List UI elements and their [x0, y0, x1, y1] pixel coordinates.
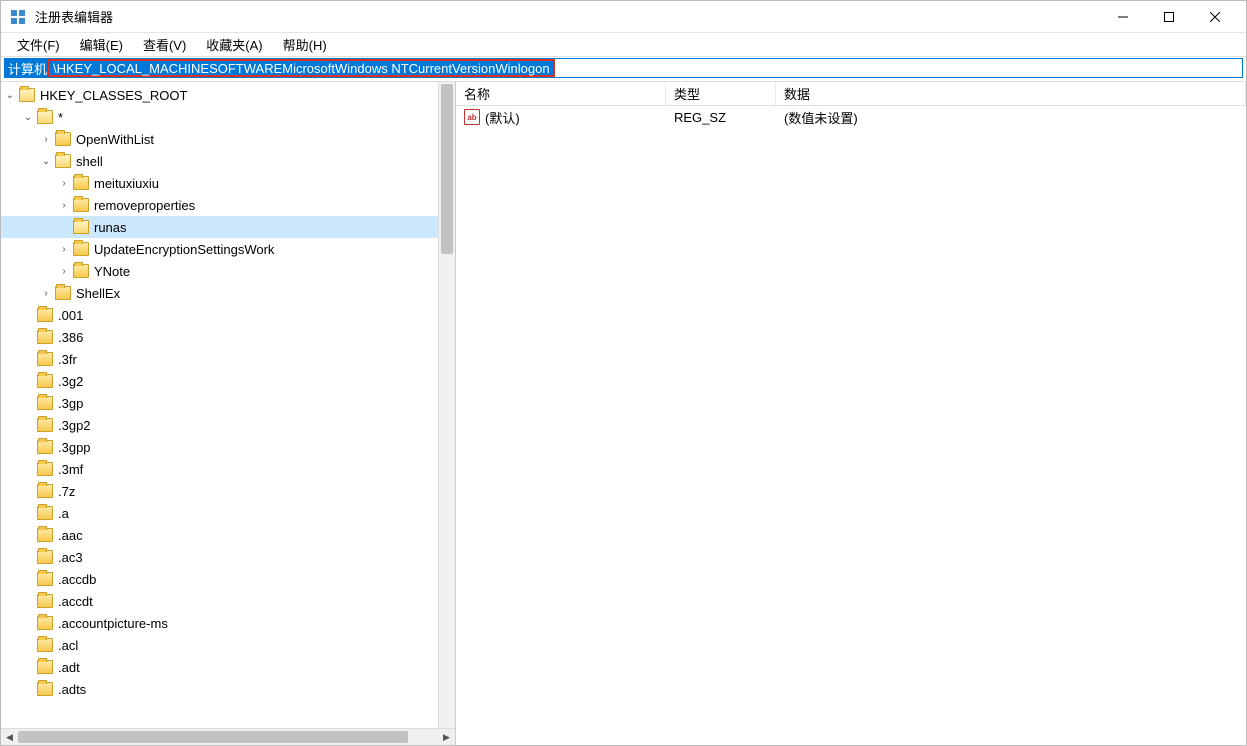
main-pane: ⌄ HKEY_CLASSES_ROOT • ⌄ * •• › OpenWithL… — [1, 81, 1246, 745]
address-prefix: 计算机 — [5, 59, 50, 77]
scroll-right-arrow-icon[interactable]: ▶ — [438, 729, 455, 746]
tree-pane: ⌄ HKEY_CLASSES_ROOT • ⌄ * •• › OpenWithL… — [1, 82, 456, 745]
tree-node-shell[interactable]: •• ⌄ shell — [1, 150, 455, 172]
registry-tree: ⌄ HKEY_CLASSES_ROOT • ⌄ * •• › OpenWithL… — [1, 82, 455, 700]
folder-icon — [73, 176, 89, 190]
menu-file[interactable]: 文件(F) — [7, 33, 70, 56]
folder-icon — [73, 264, 89, 278]
folder-icon — [37, 352, 53, 366]
folder-icon — [37, 616, 53, 630]
folder-icon — [73, 242, 89, 256]
tree-node-ext-aac[interactable]: •• .aac — [1, 524, 455, 546]
folder-icon — [37, 110, 53, 124]
maximize-button[interactable] — [1146, 1, 1192, 33]
folder-icon — [73, 198, 89, 212]
column-header-data[interactable]: 数据 — [776, 82, 1246, 105]
folder-icon — [37, 660, 53, 674]
folder-icon — [37, 440, 53, 454]
tree-node-removeproperties[interactable]: ••• › removeproperties — [1, 194, 455, 216]
tree-horizontal-scrollbar[interactable]: ◀ ▶ — [1, 728, 455, 745]
folder-icon — [37, 550, 53, 564]
folder-icon — [37, 682, 53, 696]
tree-node-ext-accdt[interactable]: •• .accdt — [1, 590, 455, 612]
folder-icon — [37, 330, 53, 344]
tree-node-ext-3mf[interactable]: •• .3mf — [1, 458, 455, 480]
folder-icon — [37, 462, 53, 476]
folder-icon — [37, 528, 53, 542]
menu-edit[interactable]: 编辑(E) — [70, 33, 133, 56]
tree-node-ext-386[interactable]: •• .386 — [1, 326, 455, 348]
window-controls — [1100, 1, 1238, 33]
tree-node-shellex[interactable]: •• › ShellEx — [1, 282, 455, 304]
values-pane: 名称 类型 数据 ab (默认) REG_SZ (数值未设置) — [456, 82, 1246, 745]
folder-icon — [37, 418, 53, 432]
folder-icon — [37, 506, 53, 520]
tree-node-ext-accdb[interactable]: •• .accdb — [1, 568, 455, 590]
folder-icon — [37, 396, 53, 410]
tree-node-ext-a[interactable]: •• .a — [1, 502, 455, 524]
tree-node-meituxiuxiu[interactable]: ••• › meituxiuxiu — [1, 172, 455, 194]
column-header-name[interactable]: 名称 — [456, 82, 666, 105]
tree-node-ext-3g2[interactable]: •• .3g2 — [1, 370, 455, 392]
tree-node-ext-acl[interactable]: •• .acl — [1, 634, 455, 656]
string-value-icon: ab — [464, 109, 480, 125]
folder-icon — [37, 308, 53, 322]
tree-node-ext-adts[interactable]: •• .adts — [1, 678, 455, 700]
tree-node-ext-3fr[interactable]: •• .3fr — [1, 348, 455, 370]
values-header: 名称 类型 数据 — [456, 82, 1246, 106]
folder-icon — [37, 374, 53, 388]
folder-icon — [37, 638, 53, 652]
tree-node-ext-001[interactable]: •• .001 — [1, 304, 455, 326]
value-name: (默认) — [485, 108, 520, 127]
folder-icon — [37, 572, 53, 586]
menu-view[interactable]: 查看(V) — [133, 33, 196, 56]
values-list[interactable]: ab (默认) REG_SZ (数值未设置) — [456, 106, 1246, 745]
value-row-default[interactable]: ab (默认) REG_SZ (数值未设置) — [456, 106, 1246, 128]
scrollbar-thumb[interactable] — [18, 731, 408, 743]
window-title: 注册表编辑器 — [35, 7, 1100, 26]
value-data: (数值未设置) — [776, 108, 1246, 127]
value-type: REG_SZ — [666, 110, 776, 125]
close-button[interactable] — [1192, 1, 1238, 33]
folder-icon — [55, 132, 71, 146]
tree-scroll[interactable]: ⌄ HKEY_CLASSES_ROOT • ⌄ * •• › OpenWithL… — [1, 82, 455, 728]
tree-node-star[interactable]: • ⌄ * — [1, 106, 455, 128]
minimize-button[interactable] — [1100, 1, 1146, 33]
tree-node-ext-adt[interactable]: •• .adt — [1, 656, 455, 678]
menu-bar: 文件(F) 编辑(E) 查看(V) 收藏夹(A) 帮助(H) — [1, 33, 1246, 57]
scrollbar-thumb[interactable] — [441, 84, 453, 254]
tree-vertical-scrollbar[interactable] — [438, 82, 455, 728]
regedit-icon — [9, 8, 27, 26]
tree-node-hkcr[interactable]: ⌄ HKEY_CLASSES_ROOT — [1, 84, 455, 106]
tree-node-ext-3gpp[interactable]: •• .3gpp — [1, 436, 455, 458]
folder-icon — [55, 154, 71, 168]
menu-help[interactable]: 帮助(H) — [273, 33, 337, 56]
tree-node-runas[interactable]: ••• • runas — [1, 216, 455, 238]
tree-node-updateencryption[interactable]: ••• › UpdateEncryptionSettingsWork — [1, 238, 455, 260]
column-header-type[interactable]: 类型 — [666, 82, 776, 105]
menu-favorites[interactable]: 收藏夹(A) — [196, 33, 272, 56]
tree-node-ext-3gp2[interactable]: •• .3gp2 — [1, 414, 455, 436]
folder-icon — [73, 220, 89, 234]
tree-node-ext-7z[interactable]: •• .7z — [1, 480, 455, 502]
folder-icon — [55, 286, 71, 300]
tree-node-openwithlist[interactable]: •• › OpenWithList — [1, 128, 455, 150]
folder-icon — [19, 88, 35, 102]
tree-node-ynote[interactable]: ••• › YNote — [1, 260, 455, 282]
tree-node-ext-3gp[interactable]: •• .3gp — [1, 392, 455, 414]
address-bar[interactable]: 计算机 \HKEY_LOCAL_MACHINESOFTWAREMicrosoft… — [4, 58, 1243, 78]
scroll-left-arrow-icon[interactable]: ◀ — [1, 729, 18, 746]
tree-node-ext-ac3[interactable]: •• .ac3 — [1, 546, 455, 568]
folder-icon — [37, 484, 53, 498]
folder-icon — [37, 594, 53, 608]
title-bar: 注册表编辑器 — [1, 1, 1246, 33]
address-path: \HKEY_LOCAL_MACHINESOFTWAREMicrosoftWind… — [48, 59, 555, 77]
tree-node-ext-accountpicture[interactable]: •• .accountpicture-ms — [1, 612, 455, 634]
